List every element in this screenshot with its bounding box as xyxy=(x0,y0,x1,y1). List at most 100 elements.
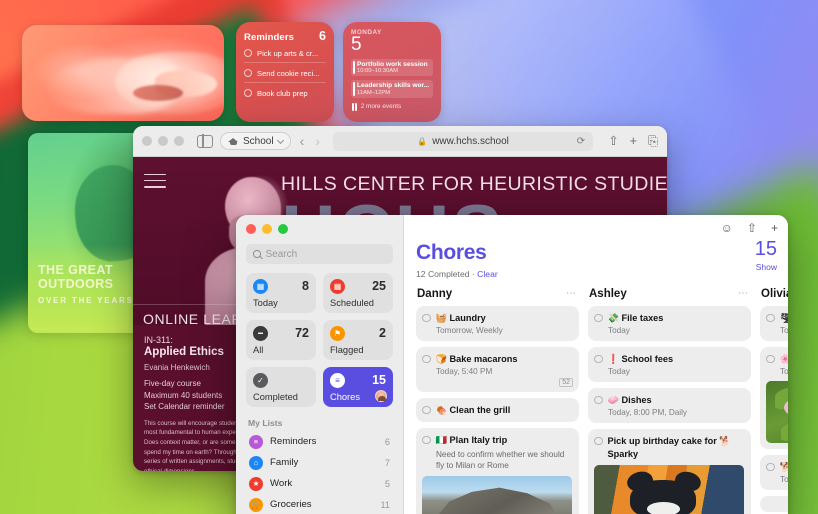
reminder-card[interactable]: 🧼 Dishes Today, 8:00 PM, Daily xyxy=(588,388,751,424)
reminder-card[interactable]: 💸 File taxes Today xyxy=(588,306,751,342)
checkbox-circle-icon[interactable] xyxy=(422,313,431,322)
smart-lists-grid: ▦ 8 Today ▦ 25 Scheduled ━ 72 All ⚑ 2 Fl… xyxy=(246,273,393,407)
sidebar-item-reminders[interactable]: ≡ Reminders 6 xyxy=(246,431,393,452)
close-button[interactable] xyxy=(246,224,256,234)
smart-list-chores[interactable]: ≡ 15 Chores xyxy=(323,367,393,407)
sidebar-item-work[interactable]: ★ Work 5 xyxy=(246,473,393,494)
checkbox-circle-icon[interactable] xyxy=(594,313,603,322)
safari-profile-label: School xyxy=(243,135,274,147)
column-header: Ashley ⋯ xyxy=(588,288,751,300)
reminders-widget-item[interactable]: Pick up arts & cr... xyxy=(244,43,326,63)
sidebar-item-count: 5 xyxy=(384,478,390,489)
sidebar-item-family[interactable]: ⌂ Family 7 xyxy=(246,452,393,473)
reminders-widget-item[interactable]: Book club prep xyxy=(244,83,326,102)
reminder-attachment-image[interactable] xyxy=(766,381,788,444)
calendar-more-events[interactable]: 2 more events xyxy=(351,102,433,111)
reminder-card[interactable]: 🧺 Laundry Tomorrow, Weekly xyxy=(416,306,579,342)
checkbox-circle-icon[interactable] xyxy=(244,89,252,97)
reminder-card[interactable]: 🍖 Clean the grill xyxy=(416,398,579,423)
reminder-title: 🇮🇹 Plan Italy trip xyxy=(435,435,508,446)
checkbox-circle-icon[interactable] xyxy=(422,435,431,445)
smart-list-all[interactable]: ━ 72 All xyxy=(246,320,316,360)
separator-dot: · xyxy=(471,269,475,279)
reminder-card[interactable]: 🇮🇹 Plan Italy trip Need to confirm wheth… xyxy=(416,428,579,514)
reminder-card[interactable]: 🍞 Bake macarons Today, 5:40 PM 52 xyxy=(416,347,579,393)
checkbox-circle-icon[interactable] xyxy=(766,462,775,472)
show-completed-button[interactable]: Show xyxy=(755,262,777,272)
smart-list-label: All xyxy=(253,345,264,355)
back-button[interactable]: ‹ xyxy=(298,134,307,148)
photos-widget[interactable] xyxy=(22,25,224,121)
reminder-title: Pick up birthday cake for 🐕 Sparky xyxy=(607,436,731,459)
calendar-event[interactable]: Portfolio work session 10:00–10:30AM xyxy=(351,58,433,77)
reminder-card[interactable] xyxy=(760,496,788,513)
reminders-toolbar: ☺ ⇧ + xyxy=(721,222,778,234)
reminder-attachment-image[interactable] xyxy=(422,475,572,514)
sidebar-item-count: 11 xyxy=(380,499,390,510)
reminder-title: 🌸 Water the plants xyxy=(779,354,789,365)
reminders-widget-item[interactable]: Send cookie reci... xyxy=(244,63,326,83)
forward-button[interactable]: › xyxy=(313,134,322,148)
safari-address-bar[interactable]: 🔒 www.hchs.school ⟳ xyxy=(332,131,594,151)
lock-icon: 🔒 xyxy=(417,136,428,146)
ellipsis-icon[interactable]: ⋯ xyxy=(738,289,749,299)
calendar-icon: ▦ xyxy=(253,279,268,294)
checkbox-circle-icon[interactable] xyxy=(422,354,431,364)
fullscreen-button[interactable] xyxy=(278,224,288,234)
share-group-icon[interactable]: ☺ xyxy=(721,222,733,234)
minimize-button[interactable] xyxy=(262,224,272,234)
checkbox-circle-icon[interactable] xyxy=(594,436,603,446)
search-input[interactable] xyxy=(265,248,386,260)
sidebar-item-groceries[interactable]: 🛒 Groceries 11 xyxy=(246,494,393,514)
reminder-card[interactable]: 🐕 Feed Sparky Today, 5:00 PM, Daily xyxy=(760,455,788,491)
checkbox-circle-icon[interactable] xyxy=(594,395,603,405)
checkbox-circle-icon[interactable] xyxy=(766,313,775,322)
plus-icon[interactable]: + xyxy=(771,222,778,234)
tab-overview-icon[interactable]: ⎘ xyxy=(648,135,658,148)
sidebar-item-label: Reminders xyxy=(270,436,317,447)
checkbox-circle-icon[interactable] xyxy=(244,69,252,77)
hamburger-menu-icon[interactable] xyxy=(144,169,166,192)
calendar-event-title: Leadership skills wor... xyxy=(357,82,430,90)
minimize-button[interactable] xyxy=(158,136,168,146)
reminders-widget[interactable]: Reminders 6 Pick up arts & cr... Send co… xyxy=(236,22,334,122)
reminder-title: 🍖 Clean the grill xyxy=(435,405,511,416)
reminder-subtitle: Today, Weekly xyxy=(780,326,788,336)
reminder-card[interactable]: ❗ School fees Today xyxy=(588,347,751,383)
checkbox-circle-icon[interactable] xyxy=(594,354,603,364)
plus-icon[interactable]: + xyxy=(630,135,637,148)
reminders-count-box: 15 Show xyxy=(755,239,777,272)
reminders-columns: Danny ⋯ 🧺 Laundry Tomorrow, Weekly 🍞 Bak… xyxy=(416,288,788,514)
list-icon: ≡ xyxy=(330,373,345,388)
reload-icon[interactable]: ⟳ xyxy=(577,136,585,147)
fullscreen-button[interactable] xyxy=(174,136,184,146)
window-traffic-lights[interactable] xyxy=(142,136,184,146)
checkbox-circle-icon[interactable] xyxy=(244,49,252,57)
sidebar-toggle-icon[interactable] xyxy=(197,134,213,148)
share-icon[interactable]: ⇧ xyxy=(608,135,618,148)
search-field[interactable] xyxy=(246,244,393,264)
reminder-badge: 52 xyxy=(559,378,573,388)
calendar-event[interactable]: Leadership skills wor... 11AM–12PM xyxy=(351,80,433,98)
reminders-app-window[interactable]: ▦ 8 Today ▦ 25 Scheduled ━ 72 xyxy=(236,215,788,514)
safari-profile-button[interactable]: School xyxy=(220,132,291,150)
reminder-card[interactable]: Pick up birthday cake for 🐕 Sparky xyxy=(588,429,751,514)
smart-list-flagged[interactable]: ⚑ 2 Flagged xyxy=(323,320,393,360)
clear-button[interactable]: Clear xyxy=(477,269,498,279)
checkbox-circle-icon[interactable] xyxy=(422,405,431,415)
smart-list-count: 72 xyxy=(295,326,309,341)
share-icon[interactable]: ⇧ xyxy=(747,222,757,234)
smart-list-label: Flagged xyxy=(330,345,364,355)
smart-list-today[interactable]: ▦ 8 Today xyxy=(246,273,316,313)
calendar-widget[interactable]: MONDAY 5 Portfolio work session 10:00–10… xyxy=(343,22,441,122)
reminder-card[interactable]: 🌪 Vacuuming Today, Weekly xyxy=(760,306,788,342)
checkbox-circle-icon[interactable] xyxy=(766,354,775,364)
close-button[interactable] xyxy=(142,136,152,146)
column-name: Ashley xyxy=(589,288,627,300)
reminder-attachment-image[interactable] xyxy=(594,464,744,514)
smart-list-scheduled[interactable]: ▦ 25 Scheduled xyxy=(323,273,393,313)
ellipsis-icon[interactable]: ⋯ xyxy=(566,289,577,299)
smart-list-completed[interactable]: ✓ Completed xyxy=(246,367,316,407)
window-traffic-lights[interactable] xyxy=(246,224,393,234)
reminder-card[interactable]: 🌸 Water the plants Today, Weekly xyxy=(760,347,789,450)
